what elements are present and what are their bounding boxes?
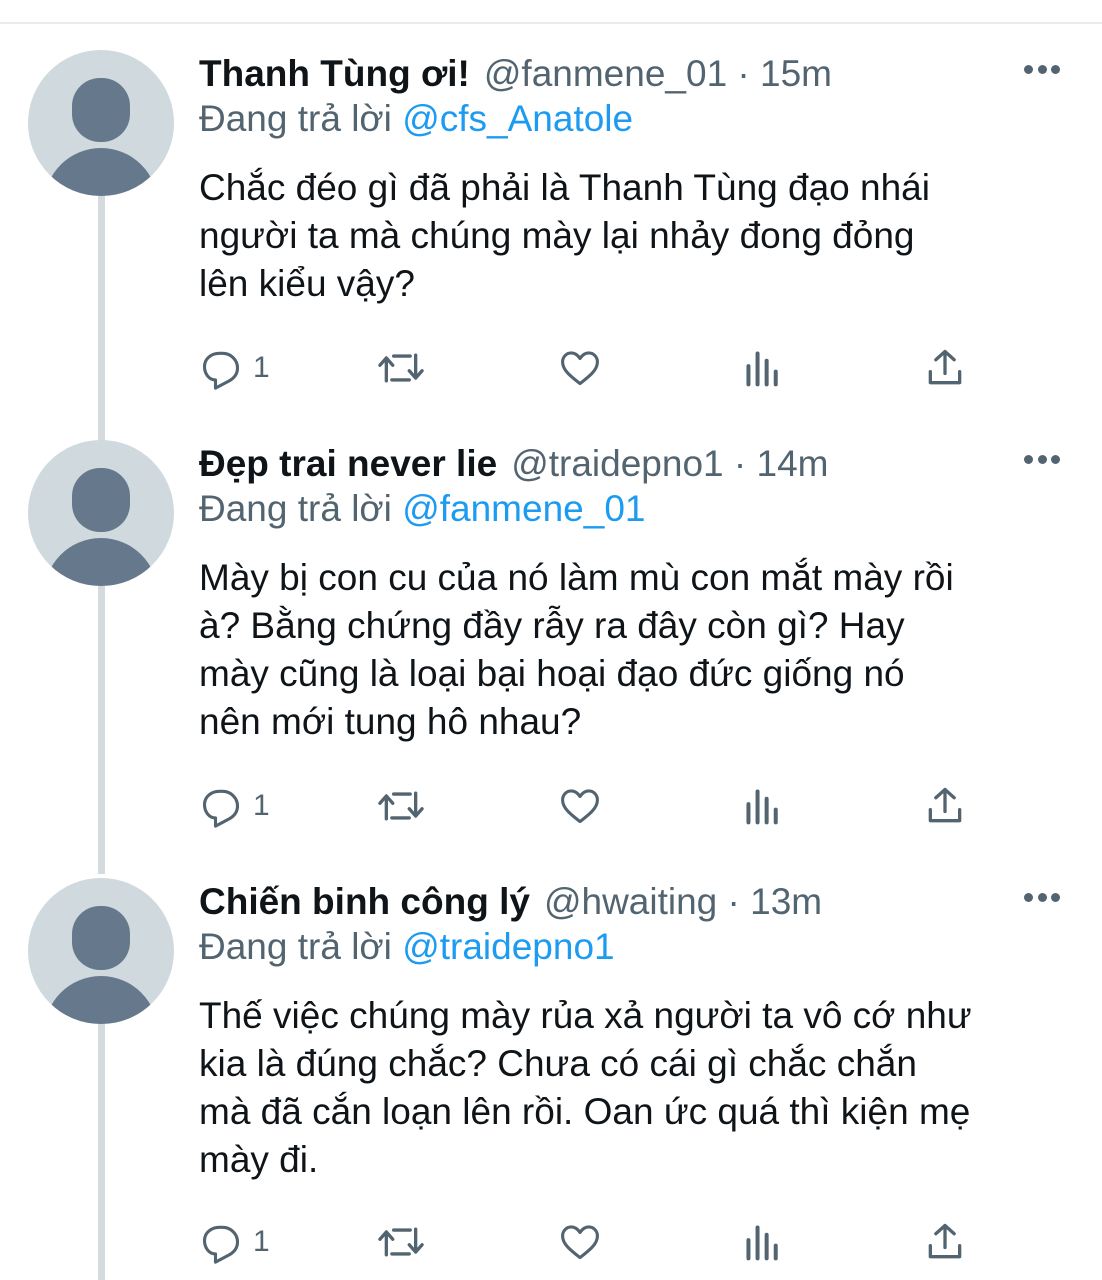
share-button[interactable] bbox=[923, 782, 967, 830]
reply-count: 1 bbox=[253, 789, 270, 822]
like-button[interactable] bbox=[557, 1218, 603, 1266]
analytics-button[interactable] bbox=[743, 782, 783, 830]
reply-count: 1 bbox=[253, 1225, 270, 1258]
reply-icon bbox=[202, 1225, 240, 1264]
action-bar: 1 bbox=[199, 1218, 999, 1266]
analytics-button[interactable] bbox=[743, 1218, 783, 1266]
retweet-icon bbox=[378, 1227, 424, 1257]
analytics-icon bbox=[746, 351, 778, 387]
like-button[interactable] bbox=[557, 782, 603, 830]
avatar[interactable] bbox=[28, 50, 174, 196]
avatar-body bbox=[44, 976, 158, 1024]
more-icon[interactable] bbox=[1024, 452, 1060, 466]
analytics-button[interactable] bbox=[743, 344, 783, 392]
tweet-text: Chắc đéo gì đã phải là Thanh Tùng đạo nh… bbox=[199, 167, 930, 304]
replying-to: Đang trả lời @traidepno1 bbox=[199, 926, 615, 968]
thread-line bbox=[98, 196, 105, 444]
thread-line bbox=[98, 1014, 105, 1280]
reply-button[interactable]: 1 bbox=[199, 344, 270, 392]
retweet-button[interactable] bbox=[377, 1218, 425, 1266]
replying-to: Đang trả lời @fanmene_01 bbox=[199, 488, 645, 530]
analytics-icon bbox=[746, 789, 778, 825]
thread-line bbox=[98, 586, 105, 874]
action-bar: 1 bbox=[199, 344, 999, 392]
tweet-header: Chiến binh công lý @hwaiting · 13m bbox=[199, 878, 822, 926]
handle-and-time[interactable]: @traidepno1 · 14m bbox=[511, 443, 828, 485]
tweet-header: Đẹp trai never lie @traidepno1 · 14m bbox=[199, 440, 828, 488]
replying-handle[interactable]: @cfs_Anatole bbox=[402, 98, 633, 139]
replying-handle[interactable]: @traidepno1 bbox=[402, 926, 614, 967]
reply-count: 1 bbox=[253, 351, 270, 384]
share-icon bbox=[928, 1223, 962, 1259]
reply-button[interactable]: 1 bbox=[199, 1218, 270, 1266]
replying-prefix: Đang trả lời bbox=[199, 926, 392, 967]
reply-icon bbox=[202, 351, 240, 390]
more-icon[interactable] bbox=[1024, 62, 1060, 76]
tweet-text: Mày bị con cu của nó làm mù con mắt mày … bbox=[199, 557, 954, 742]
replying-handle[interactable]: @fanmene_01 bbox=[402, 488, 645, 529]
avatar-head bbox=[72, 906, 130, 970]
avatar[interactable] bbox=[28, 440, 174, 586]
handle-and-time[interactable]: @hwaiting · 13m bbox=[544, 881, 822, 923]
analytics-icon bbox=[746, 1225, 778, 1261]
more-icon[interactable] bbox=[1024, 890, 1060, 904]
retweet-icon bbox=[378, 353, 424, 383]
display-name[interactable]: Đẹp trai never lie bbox=[199, 443, 497, 485]
retweet-button[interactable] bbox=[377, 782, 425, 830]
tweet-header: Thanh Tùng ơi! @fanmene_01 · 15m bbox=[199, 50, 832, 98]
handle-and-time[interactable]: @fanmene_01 · 15m bbox=[484, 53, 832, 95]
retweet-icon bbox=[378, 791, 424, 821]
like-button[interactable] bbox=[557, 344, 603, 392]
reply-button[interactable]: 1 bbox=[199, 782, 270, 830]
action-bar: 1 bbox=[199, 782, 999, 830]
tweet-text: Thế việc chúng mày rủa xả người ta vô cớ… bbox=[199, 995, 972, 1180]
share-icon bbox=[928, 787, 962, 823]
avatar-head bbox=[72, 468, 130, 532]
reply-icon bbox=[202, 789, 240, 828]
retweet-button[interactable] bbox=[377, 344, 425, 392]
display-name[interactable]: Chiến binh công lý bbox=[199, 881, 530, 923]
heart-icon bbox=[561, 351, 599, 386]
avatar-body bbox=[44, 148, 158, 196]
display-name[interactable]: Thanh Tùng ơi! bbox=[199, 53, 470, 95]
avatar-body bbox=[44, 538, 158, 586]
share-button[interactable] bbox=[923, 344, 967, 392]
heart-icon bbox=[561, 1225, 599, 1260]
replying-prefix: Đang trả lời bbox=[199, 488, 392, 529]
replying-to: Đang trả lời @cfs_Anatole bbox=[199, 98, 633, 140]
share-icon bbox=[928, 349, 962, 385]
replying-prefix: Đang trả lời bbox=[199, 98, 392, 139]
avatar[interactable] bbox=[28, 878, 174, 1024]
top-divider bbox=[0, 0, 1102, 24]
heart-icon bbox=[561, 789, 599, 824]
share-button[interactable] bbox=[923, 1218, 967, 1266]
avatar-head bbox=[72, 78, 130, 142]
